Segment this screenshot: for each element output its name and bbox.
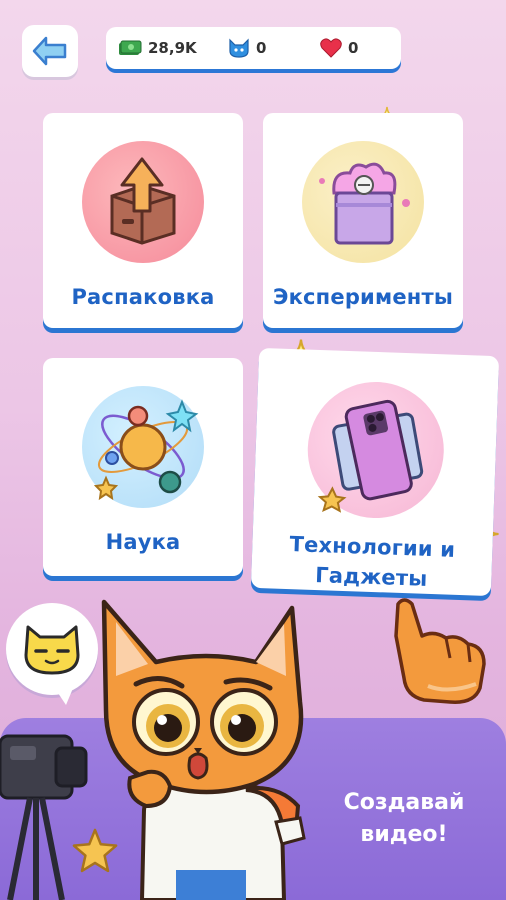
hearts-counter: 0 (320, 38, 358, 58)
video-camera-icon (0, 734, 88, 900)
resources-bar: 28,9K 0 0 (106, 27, 401, 69)
cats-counter: 0 (228, 38, 320, 58)
category-card-science[interactable]: Наука (43, 358, 243, 576)
category-card-unboxing[interactable]: Распаковка (43, 113, 243, 328)
cta-line2: видео! (360, 822, 448, 847)
category-label: Эксперименты (272, 285, 454, 309)
cta-line1: Создавай (343, 790, 465, 815)
pointing-paw-icon (394, 598, 486, 704)
create-video-text: Создавай видео! (334, 787, 474, 851)
hearts-value: 0 (348, 39, 359, 57)
back-button[interactable] (22, 25, 78, 77)
science-icon (82, 386, 204, 508)
unboxing-icon (82, 141, 204, 263)
category-label: Наука (105, 530, 181, 554)
money-value: 28,9K (148, 39, 197, 57)
speech-bubble-tail (50, 681, 76, 705)
smug-cat-emoji-icon (24, 625, 80, 675)
game-screen: 28,9K 0 0 Распаковка Эксперименты Наука … (0, 0, 506, 900)
money-counter: 28,9K (118, 39, 228, 57)
experiment-icon (302, 141, 424, 263)
category-label: Распаковка (71, 285, 215, 309)
category-label: Технологии и Гаджеты (251, 528, 493, 596)
back-arrow-icon (32, 36, 67, 66)
cat-mascot (101, 599, 306, 900)
category-card-experiments[interactable]: Эксперименты (263, 113, 463, 328)
category-card-gadgets[interactable]: Технологии и Гаджеты (250, 347, 500, 597)
gadgets-icon (305, 379, 447, 521)
money-icon (119, 40, 142, 55)
heart-icon (320, 38, 342, 58)
speech-bubble (6, 603, 98, 705)
cats-value: 0 (256, 39, 267, 57)
cat-face-icon (229, 38, 249, 58)
